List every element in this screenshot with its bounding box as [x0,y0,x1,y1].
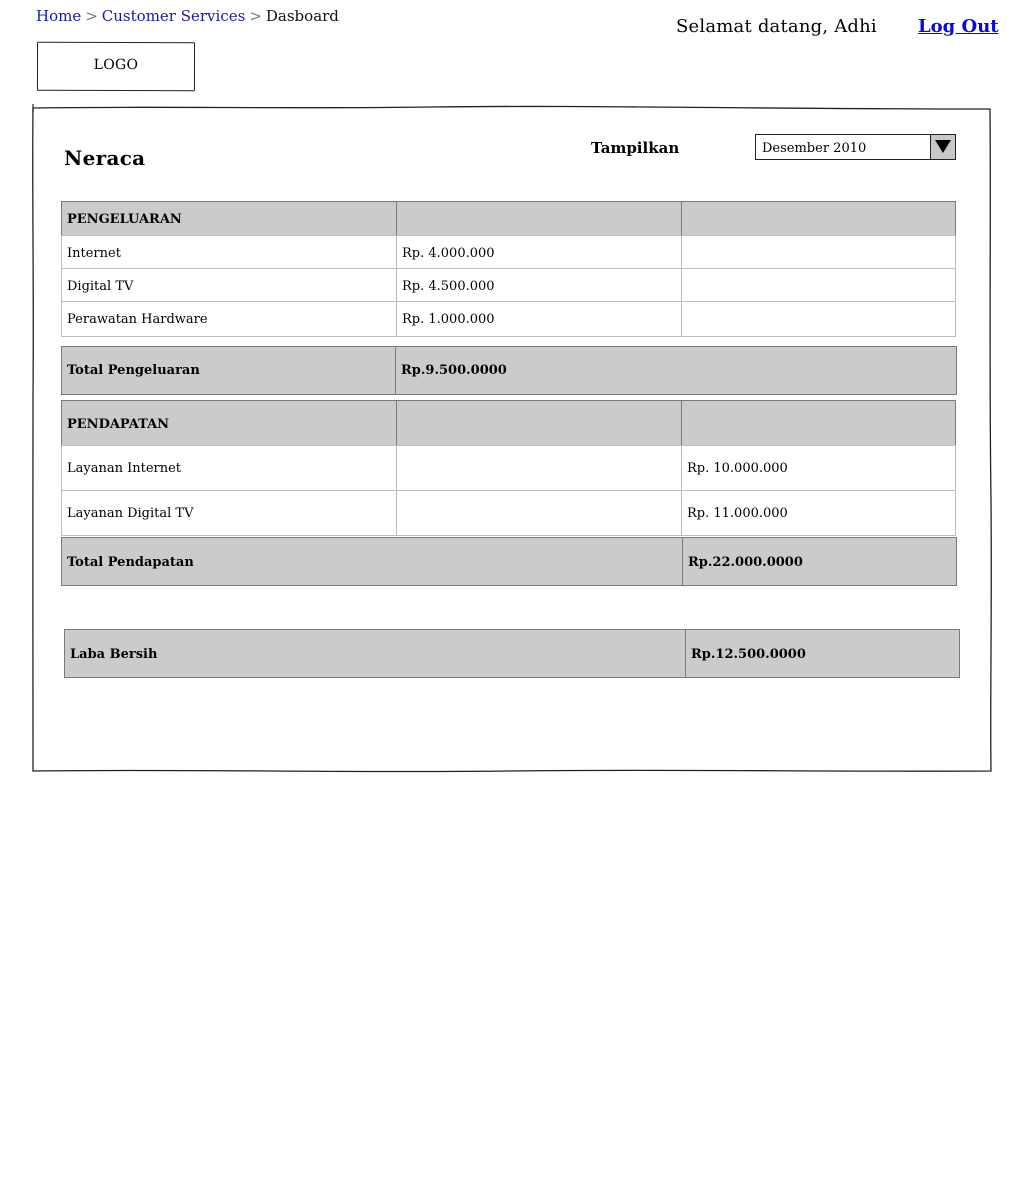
income-total-label: Total Pendapatan [67,555,194,570]
expenses-total-value: Rp.9.500.0000 [401,363,507,378]
net-profit-label-cell: Laba Bersih [64,629,686,678]
expenses-header-cell [396,201,682,236]
expenses-total-label: Total Pengeluaran [67,363,200,378]
income-amount: Rp. 10.000.000 [687,461,788,476]
expenses-header-cell: PENGELUARAN [61,201,397,236]
welcome-message: Selamat datang, Adhi [676,16,877,37]
income-header-cell [396,400,682,446]
table-row: Perawatan Hardware [61,301,397,337]
breadcrumb: Home > Customer Services > Dasboard [36,7,339,25]
expense-amount: Rp. 1.000.000 [402,312,495,327]
breadcrumb-current: Dasboard [265,7,339,25]
table-cell [681,235,956,269]
breadcrumb-customer-services-link[interactable]: Customer Services [102,7,246,25]
net-profit-row: Laba Bersih Rp.12.500.0000 [64,629,960,678]
expenses-total-label-cell: Total Pengeluaran [61,346,396,395]
breadcrumb-separator: > [85,7,98,25]
breadcrumb-separator: > [249,7,262,25]
income-total-label-cell: Total Pendapatan [61,537,683,586]
income-total-row: Total Pendapatan Rp.22.000.0000 [61,537,957,586]
table-cell: Rp. 11.000.000 [681,490,956,536]
table-cell [396,490,682,536]
income-label: Layanan Internet [67,461,182,476]
table-cell: Rp. 10.000.000 [681,445,956,491]
table-row: Layanan Digital TV [61,490,397,536]
income-header-cell: PENDAPATAN [61,400,397,446]
expenses-header: PENGELUARAN [67,212,182,227]
expense-label: Internet [67,246,121,261]
income-header: PENDAPATAN [67,417,170,432]
net-profit-value-cell: Rp.12.500.0000 [685,629,960,678]
expense-amount: Rp. 4.500.000 [402,279,495,294]
income-amount: Rp. 11.000.000 [687,506,788,521]
expense-label: Perawatan Hardware [67,312,208,327]
income-table: PENDAPATAN Layanan Internet Rp. 10.000.0… [61,400,956,536]
logout-link[interactable]: Log Out [918,16,999,38]
expense-label: Digital TV [67,279,134,294]
period-filter-label: Tampilkan [591,139,680,157]
table-row: Digital TV [61,268,397,302]
page-title: Neraca [64,146,146,170]
period-select-value: Desember 2010 [762,141,867,156]
expenses-total-row: Total Pengeluaran Rp.9.500.0000 [61,346,957,395]
income-header-cell [681,400,956,446]
table-cell: Rp. 4.500.000 [396,268,682,302]
table-cell [681,268,956,302]
chevron-down-icon [935,140,951,153]
table-cell: Rp. 4.000.000 [396,235,682,269]
net-profit-value: Rp.12.500.0000 [691,647,806,662]
expense-amount: Rp. 4.000.000 [402,246,495,261]
expenses-total-value-cell: Rp.9.500.0000 [395,346,957,395]
table-cell [681,301,956,337]
breadcrumb-home-link[interactable]: Home [36,7,81,25]
expenses-header-cell [681,201,956,236]
period-select-button[interactable] [930,134,956,160]
table-cell: Rp. 1.000.000 [396,301,682,337]
period-select[interactable]: Desember 2010 [755,134,956,160]
logo-text: LOGO [93,56,139,74]
table-row: Layanan Internet [61,445,397,491]
logo: LOGO [36,41,196,92]
income-total-value-cell: Rp.22.000.0000 [682,537,957,586]
income-label: Layanan Digital TV [67,506,194,521]
net-profit-label: Laba Bersih [70,647,158,662]
expenses-table: PENGELUARAN Internet Rp. 4.000.000 Digit… [61,201,956,337]
table-cell [396,445,682,491]
income-total-value: Rp.22.000.0000 [688,555,803,570]
table-row: Internet [61,235,397,269]
